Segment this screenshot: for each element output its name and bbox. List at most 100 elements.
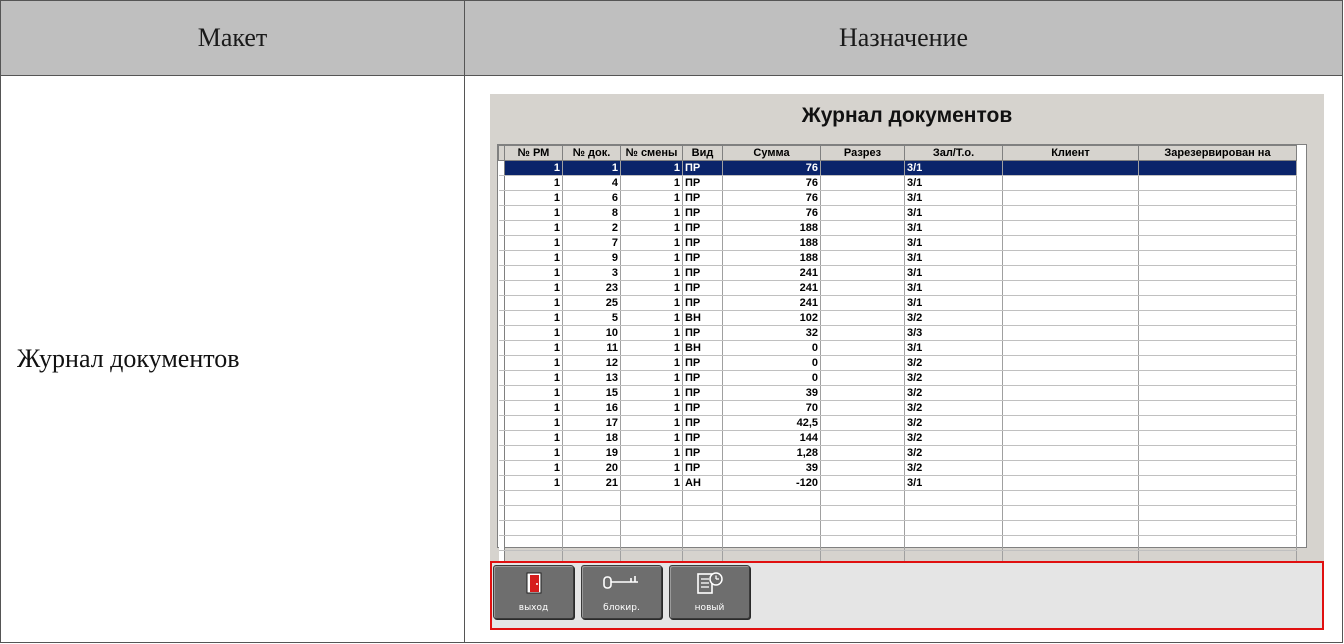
table-cell: 10 <box>562 325 621 341</box>
table-row[interactable]: 1 4 1 ПР 76 3/1 <box>498 175 1297 191</box>
table-cell <box>820 325 905 341</box>
table-cell: 8 <box>562 205 621 221</box>
table-cell <box>1002 235 1139 251</box>
table-row[interactable]: 1 10 1 ПР 32 3/3 <box>498 325 1297 341</box>
table-row[interactable]: 1 17 1 ПР 42,5 3/2 <box>498 415 1297 431</box>
table-cell <box>682 520 723 536</box>
column-header[interactable]: Клиент <box>1002 145 1139 161</box>
table-cell: 1 <box>504 400 563 416</box>
table-cell <box>1002 445 1139 461</box>
table-row[interactable]: 1 2 1 ПР 188 3/1 <box>498 220 1297 236</box>
table-row[interactable]: 1 3 1 ПР 241 3/1 <box>498 265 1297 281</box>
table-cell: 188 <box>722 220 821 236</box>
key-lock-icon <box>602 576 638 589</box>
table-cell <box>682 535 723 551</box>
table-cell: ПР <box>682 160 723 176</box>
table-cell <box>504 490 563 506</box>
new-button[interactable]: новый <box>669 565 750 619</box>
table-cell <box>1002 280 1139 296</box>
table-cell <box>1138 475 1297 491</box>
table-cell: 144 <box>722 430 821 446</box>
table-cell: АН <box>682 475 723 491</box>
table-cell: 9 <box>562 250 621 266</box>
table-row[interactable]: 1 9 1 ПР 188 3/1 <box>498 250 1297 266</box>
table-cell: -120 <box>722 475 821 491</box>
table-cell: 1 <box>504 415 563 431</box>
table-row[interactable]: 1 21 1 АН -120 3/1 <box>498 475 1297 491</box>
table-row[interactable]: 1 18 1 ПР 144 3/2 <box>498 430 1297 446</box>
column-header[interactable]: № док. <box>562 145 621 161</box>
table-row[interactable]: 1 19 1 ПР 1,28 3/2 <box>498 445 1297 461</box>
table-cell: 241 <box>722 265 821 281</box>
table-cell: ПР <box>682 235 723 251</box>
column-header[interactable]: Разрез <box>820 145 905 161</box>
table-cell: 1 <box>620 250 683 266</box>
table-cell <box>620 535 683 551</box>
table-cell: 3/2 <box>904 355 1003 371</box>
exit-button[interactable]: выход <box>493 565 574 619</box>
table-cell <box>820 415 905 431</box>
table-cell <box>820 175 905 191</box>
table-cell: 1 <box>504 280 563 296</box>
column-header[interactable]: Вид <box>682 145 723 161</box>
table-row[interactable]: 1 11 1 ВН 0 3/1 <box>498 340 1297 356</box>
table-cell <box>1002 430 1139 446</box>
table-cell <box>504 520 563 536</box>
table-cell: 25 <box>562 295 621 311</box>
table-cell <box>1138 280 1297 296</box>
table-row[interactable]: 1 8 1 ПР 76 3/1 <box>498 205 1297 221</box>
table-cell: 3/1 <box>904 190 1003 206</box>
table-row[interactable]: 1 25 1 ПР 241 3/1 <box>498 295 1297 311</box>
column-header[interactable]: Зал/Т.о. <box>904 145 1003 161</box>
column-header[interactable]: № смены <box>620 145 683 161</box>
table-cell: ПР <box>682 445 723 461</box>
table-cell <box>820 220 905 236</box>
table-row[interactable]: 1 5 1 ВН 102 3/2 <box>498 310 1297 326</box>
table-cell: 11 <box>562 340 621 356</box>
table-cell: 3/3 <box>904 325 1003 341</box>
table-cell <box>820 460 905 476</box>
table-cell <box>904 520 1003 536</box>
table-cell <box>820 340 905 356</box>
table-row[interactable]: 1 13 1 ПР 0 3/2 <box>498 370 1297 386</box>
table-cell <box>1138 400 1297 416</box>
table-cell <box>1138 460 1297 476</box>
column-header[interactable]: Зарезервирован на <box>1138 145 1297 161</box>
column-header[interactable]: № РМ <box>504 145 563 161</box>
table-cell: 3/2 <box>904 370 1003 386</box>
table-cell <box>820 535 905 551</box>
table-cell: ПР <box>682 190 723 206</box>
table-cell: ПР <box>682 250 723 266</box>
table-cell <box>1002 355 1139 371</box>
table-row[interactable]: 1 7 1 ПР 188 3/1 <box>498 235 1297 251</box>
table-row[interactable]: 1 20 1 ПР 39 3/2 <box>498 460 1297 476</box>
table-cell: 1 <box>620 235 683 251</box>
table-cell <box>1002 505 1139 521</box>
table-cell: 1 <box>620 340 683 356</box>
table-cell <box>1002 385 1139 401</box>
table-cell: ПР <box>682 265 723 281</box>
table-cell: 32 <box>722 325 821 341</box>
table-row[interactable]: 1 12 1 ПР 0 3/2 <box>498 355 1297 371</box>
lock-button[interactable]: блокир. <box>581 565 662 619</box>
table-cell: 1 <box>620 325 683 341</box>
exit-door-icon <box>526 572 541 594</box>
table-cell <box>682 505 723 521</box>
table-cell: ПР <box>682 415 723 431</box>
table-row[interactable]: 1 15 1 ПР 39 3/2 <box>498 385 1297 401</box>
documents-table: № РМ № док. № смены Вид Сумма Разрез Зал/Т.о. К… <box>498 145 1297 566</box>
table-cell <box>682 490 723 506</box>
table-row[interactable]: 1 6 1 ПР 76 3/1 <box>498 190 1297 206</box>
table-cell <box>1138 355 1297 371</box>
documents-grid[interactable]: № РМ № док. № смены Вид Сумма Разрез Зал/Т.о. К… <box>497 144 1307 566</box>
table-cell: 1 <box>620 265 683 281</box>
table-row[interactable]: 1 16 1 ПР 70 3/2 <box>498 400 1297 416</box>
column-header[interactable]: Сумма <box>722 145 821 161</box>
table-row[interactable]: 1 23 1 ПР 241 3/1 <box>498 280 1297 296</box>
table-cell: 23 <box>562 280 621 296</box>
table-cell: 20 <box>562 460 621 476</box>
table-cell: 6 <box>562 190 621 206</box>
table-row[interactable]: 1 1 1 ПР 76 3/1 <box>498 160 1297 176</box>
table-cell <box>1138 175 1297 191</box>
table-cell <box>504 505 563 521</box>
